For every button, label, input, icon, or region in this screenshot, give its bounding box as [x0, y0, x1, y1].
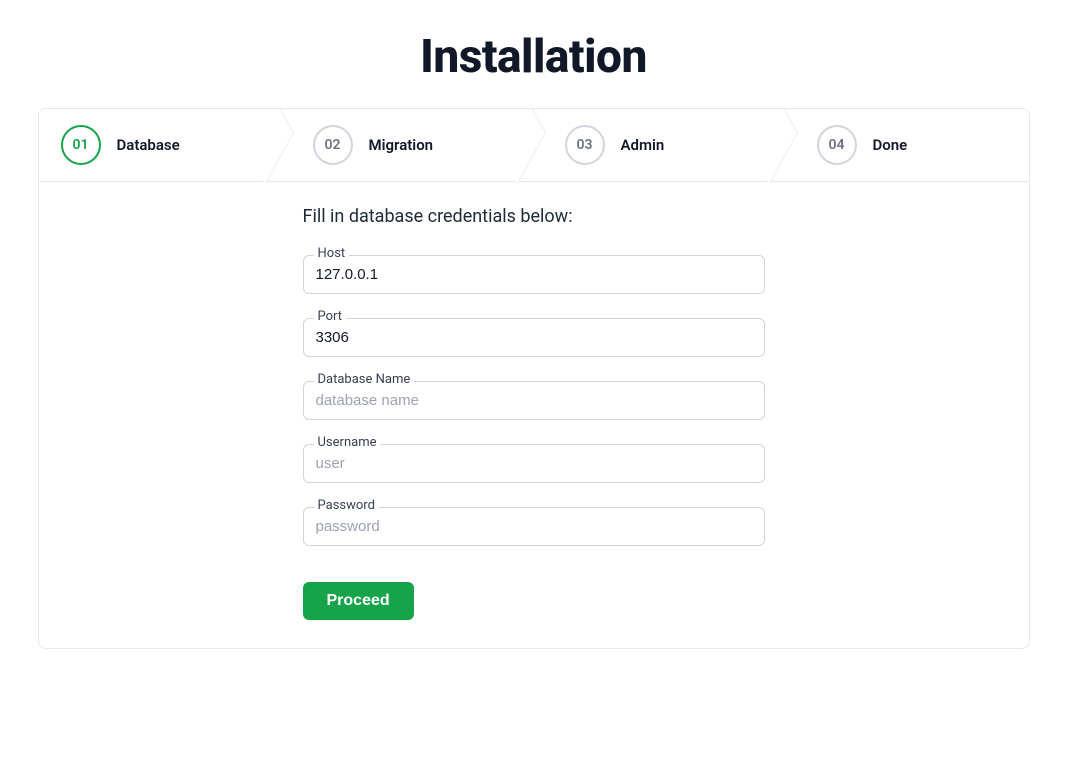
- host-label: Host: [314, 247, 350, 260]
- page-title: Installation: [0, 30, 1067, 84]
- port-input[interactable]: [304, 319, 764, 356]
- step-database[interactable]: 01 Database: [39, 109, 273, 181]
- step-number: 03: [565, 125, 605, 165]
- field-host: Host: [303, 255, 765, 294]
- step-done[interactable]: 04 Done: [777, 109, 1029, 181]
- step-label: Admin: [621, 136, 665, 154]
- port-label: Port: [314, 310, 347, 323]
- database-name-label: Database Name: [314, 373, 415, 386]
- step-label: Migration: [369, 136, 434, 154]
- step-number: 04: [817, 125, 857, 165]
- password-label: Password: [314, 499, 379, 512]
- step-label: Done: [873, 136, 908, 154]
- password-input[interactable]: [304, 508, 764, 545]
- field-password: Password: [303, 507, 765, 546]
- install-panel: 01 Database 02 Migration 03 Admin 04 Don…: [38, 108, 1030, 649]
- stepper: 01 Database 02 Migration 03 Admin 04 Don…: [39, 109, 1029, 182]
- step-label: Database: [117, 136, 180, 154]
- host-input[interactable]: [304, 256, 764, 293]
- instructions-text: Fill in database credentials below:: [303, 206, 765, 227]
- step-migration[interactable]: 02 Migration: [273, 109, 525, 181]
- database-name-input[interactable]: [304, 382, 764, 419]
- username-label: Username: [314, 436, 381, 449]
- step-number: 02: [313, 125, 353, 165]
- field-username: Username: [303, 444, 765, 483]
- username-input[interactable]: [304, 445, 764, 482]
- field-port: Port: [303, 318, 765, 357]
- step-number: 01: [61, 125, 101, 165]
- form-content: Fill in database credentials below: Host…: [39, 182, 1029, 648]
- proceed-button[interactable]: Proceed: [303, 582, 414, 620]
- field-database-name: Database Name: [303, 381, 765, 420]
- step-admin[interactable]: 03 Admin: [525, 109, 777, 181]
